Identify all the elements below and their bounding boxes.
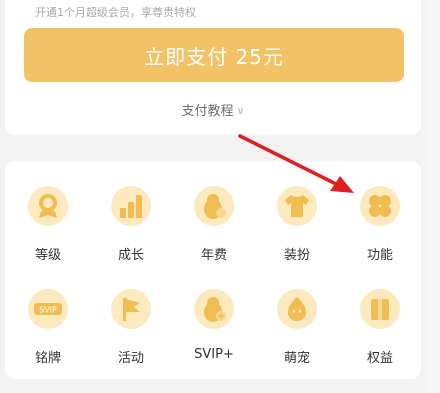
payment-card: 开通1个月超级会员，享尊贵特权 立即支付 25元 支付教程 ∨ xyxy=(5,0,421,135)
menu-item-benefits[interactable]: 权益 xyxy=(340,289,420,389)
privilege-menu-card: 等级 成长 年费 装扮 功能 SVIP 铭牌 活动 SVIP+ 萌宠 权益 xyxy=(5,161,421,379)
svg-text:SVIP: SVIP xyxy=(39,306,57,315)
menu-item-label: 功能 xyxy=(366,248,393,263)
chevron-down-icon: ∨ xyxy=(236,104,245,117)
menu-item-label: 萌宠 xyxy=(283,351,310,366)
menu-item-events[interactable]: 活动 xyxy=(91,289,171,389)
menu-item-level[interactable]: 等级 xyxy=(8,186,88,286)
tshirt-icon xyxy=(277,186,317,226)
menu-item-pet[interactable]: 萌宠 xyxy=(257,289,337,389)
menu-item-label: 成长 xyxy=(117,248,144,263)
flag-icon xyxy=(111,289,151,329)
svip-badge-icon: SVIP xyxy=(28,289,68,329)
menu-item-label: 权益 xyxy=(366,351,393,366)
menu-item-dress-up[interactable]: 装扮 xyxy=(257,186,337,286)
payment-tutorial-label: 支付教程 xyxy=(181,104,234,119)
pay-now-button[interactable]: 立即支付 25元 xyxy=(24,28,404,82)
menu-item-features[interactable]: 功能 xyxy=(340,186,420,286)
payment-tutorial-link[interactable]: 支付教程 ∨ xyxy=(5,100,421,119)
menu-item-label: SVIP+ xyxy=(194,347,234,362)
menu-item-svip-plus[interactable]: SVIP+ xyxy=(174,289,254,389)
penguin-plus-icon xyxy=(194,289,234,329)
menu-item-label: 活动 xyxy=(117,351,144,366)
gift-box-icon xyxy=(360,289,400,329)
menu-item-label: 铭牌 xyxy=(34,351,61,366)
menu-item-nameplate[interactable]: SVIP 铭牌 xyxy=(8,289,88,389)
pet-egg-icon xyxy=(277,289,317,329)
growth-bars-icon xyxy=(111,186,151,226)
menu-item-growth[interactable]: 成长 xyxy=(91,186,171,286)
menu-item-annual-fee[interactable]: 年费 xyxy=(174,186,254,286)
menu-item-label: 年费 xyxy=(200,248,227,263)
penguin-bag-icon xyxy=(194,186,234,226)
menu-item-label: 等级 xyxy=(34,248,61,263)
background-strip xyxy=(428,0,440,393)
clover-icon xyxy=(360,186,400,226)
menu-item-label: 装扮 xyxy=(283,248,310,263)
medal-icon xyxy=(28,186,68,226)
membership-subtitle: 开通1个月超级会员，享尊贵特权 xyxy=(35,6,196,19)
